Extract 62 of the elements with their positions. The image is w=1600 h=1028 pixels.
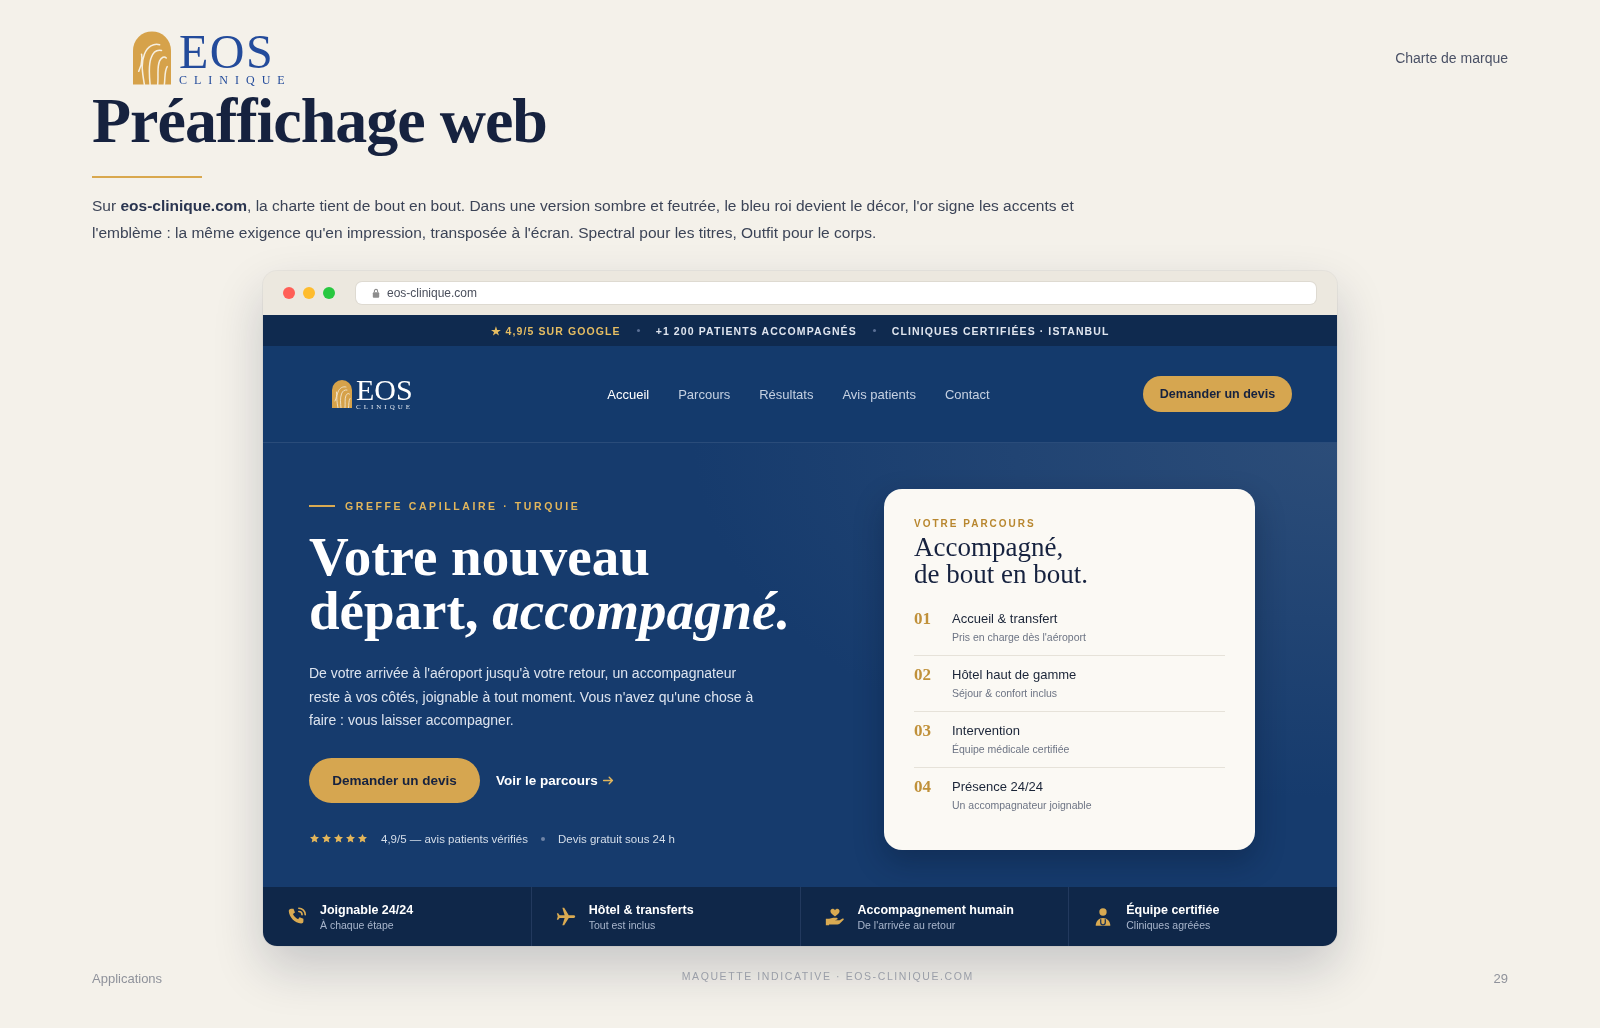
feature-subtitle: Tout est inclus [588, 917, 657, 932]
step-number: 03 [914, 722, 932, 742]
announcement-text: CLINIQUES CERTIFIÉES · ISTANBUL [891, 324, 1110, 337]
intro-paragraph: Sur eos-clinique.com, la charte tient de bout en bout. Dans une version sombre et feutrée, le bleu roi devient le décor, l'or signe les accents et l'emblème : la même exigence qu'en impression, transposée à l'écran. Spectral pour les titres, Outfit pour le corps. [92, 196, 1075, 243]
step-number: 02 [914, 666, 932, 686]
step-title: Intervention [952, 722, 1021, 740]
separator-dot-icon [872, 329, 876, 332]
star-icon [309, 833, 320, 844]
rating-text: 4,9/5 — avis patients vérifiés [381, 832, 528, 845]
step-subtitle: Équipe médicale certifiée [952, 742, 1070, 757]
page-number: 29 [1493, 970, 1508, 986]
arch-emblem-icon [332, 380, 352, 408]
arch-emblem-icon [133, 31, 171, 85]
step-subtitle: Séjour & confort inclus [952, 686, 1059, 701]
step-subtitle: Pris en charge dès l'aéroport [952, 630, 1086, 645]
footer-section: Applications [92, 970, 163, 986]
quote-button[interactable]: Demander un devis [309, 757, 480, 803]
star-icon [321, 833, 332, 844]
hero-text: De votre arrivée à l'aéroport jusqu'à votre retour, un accompagnateur reste à vos côtés, joignable à tout moment. Vous n'avez qu'une chose à faire : vous laisser accompagner. [309, 664, 754, 730]
window-dot-icon[interactable] [283, 287, 295, 299]
feature-title: Équipe certifiée [1126, 901, 1220, 918]
window-dot-icon[interactable] [303, 287, 315, 299]
address-bar[interactable]: eos-clinique.com [356, 282, 1316, 304]
card-eyebrow: VOTRE PARCOURS [914, 518, 1037, 530]
airplane-icon [554, 905, 577, 928]
quote-button[interactable]: Demander un devis [1143, 376, 1292, 412]
nav-link[interactable]: Avis patients [842, 386, 916, 402]
step-title: Hôtel haut de gamme [952, 666, 1077, 684]
section-label: Charte de marque [1395, 50, 1508, 66]
feature-title: Accompagnement humain [857, 901, 1014, 918]
star-icon [333, 833, 344, 844]
feature-subtitle: À chaque étape [320, 917, 395, 932]
nav-link[interactable]: Accueil [607, 386, 650, 402]
step-subtitle: Un accompagnateur joignable [952, 798, 1092, 813]
step-number: 01 [914, 610, 932, 630]
step-title: Accueil & transfert [952, 610, 1059, 628]
lock-icon [372, 288, 380, 298]
journey-link[interactable]: Voir le parcours [496, 772, 614, 788]
logo-wordmark: EOS [179, 31, 275, 73]
nav-link[interactable]: Contact [944, 386, 990, 402]
logo-wordmark: EOS [356, 377, 413, 403]
footer-caption: MAQUETTE INDICATIVE · EOS-CLINIQUE.COM [681, 969, 974, 982]
separator-dot-icon [541, 836, 545, 841]
logo-tagline: CLINIQUE [179, 74, 292, 87]
nav-link[interactable]: Résultats [759, 386, 814, 402]
feature-subtitle: De l'arrivée au retour [857, 917, 957, 932]
step-title: Présence 24/24 [952, 778, 1045, 796]
feature-subtitle: Cliniques agréées [1126, 917, 1212, 932]
star-icon [345, 833, 356, 844]
announcement-text: +1 200 PATIENTS ACCOMPAGNÉS [655, 324, 857, 337]
window-dot-icon[interactable] [323, 287, 335, 299]
announcement-text: ★ 4,9/5 SUR GOOGLE [490, 324, 621, 337]
step-number: 04 [914, 778, 932, 798]
eyebrow-text: GREFFE CAPILLAIRE · TURQUIE [345, 500, 581, 512]
card-title: Accompagné, de bout en bout. [914, 534, 1089, 588]
rating-note: Devis gratuit sous 24 h [558, 832, 675, 845]
star-icon [357, 833, 368, 844]
feature-title: Hôtel & transferts [588, 901, 694, 918]
feature-title: Joignable 24/24 [320, 901, 414, 918]
separator-dot-icon [636, 329, 640, 332]
page-title: Préaffichage web [92, 87, 547, 155]
nav-link[interactable]: Parcours [678, 386, 731, 402]
